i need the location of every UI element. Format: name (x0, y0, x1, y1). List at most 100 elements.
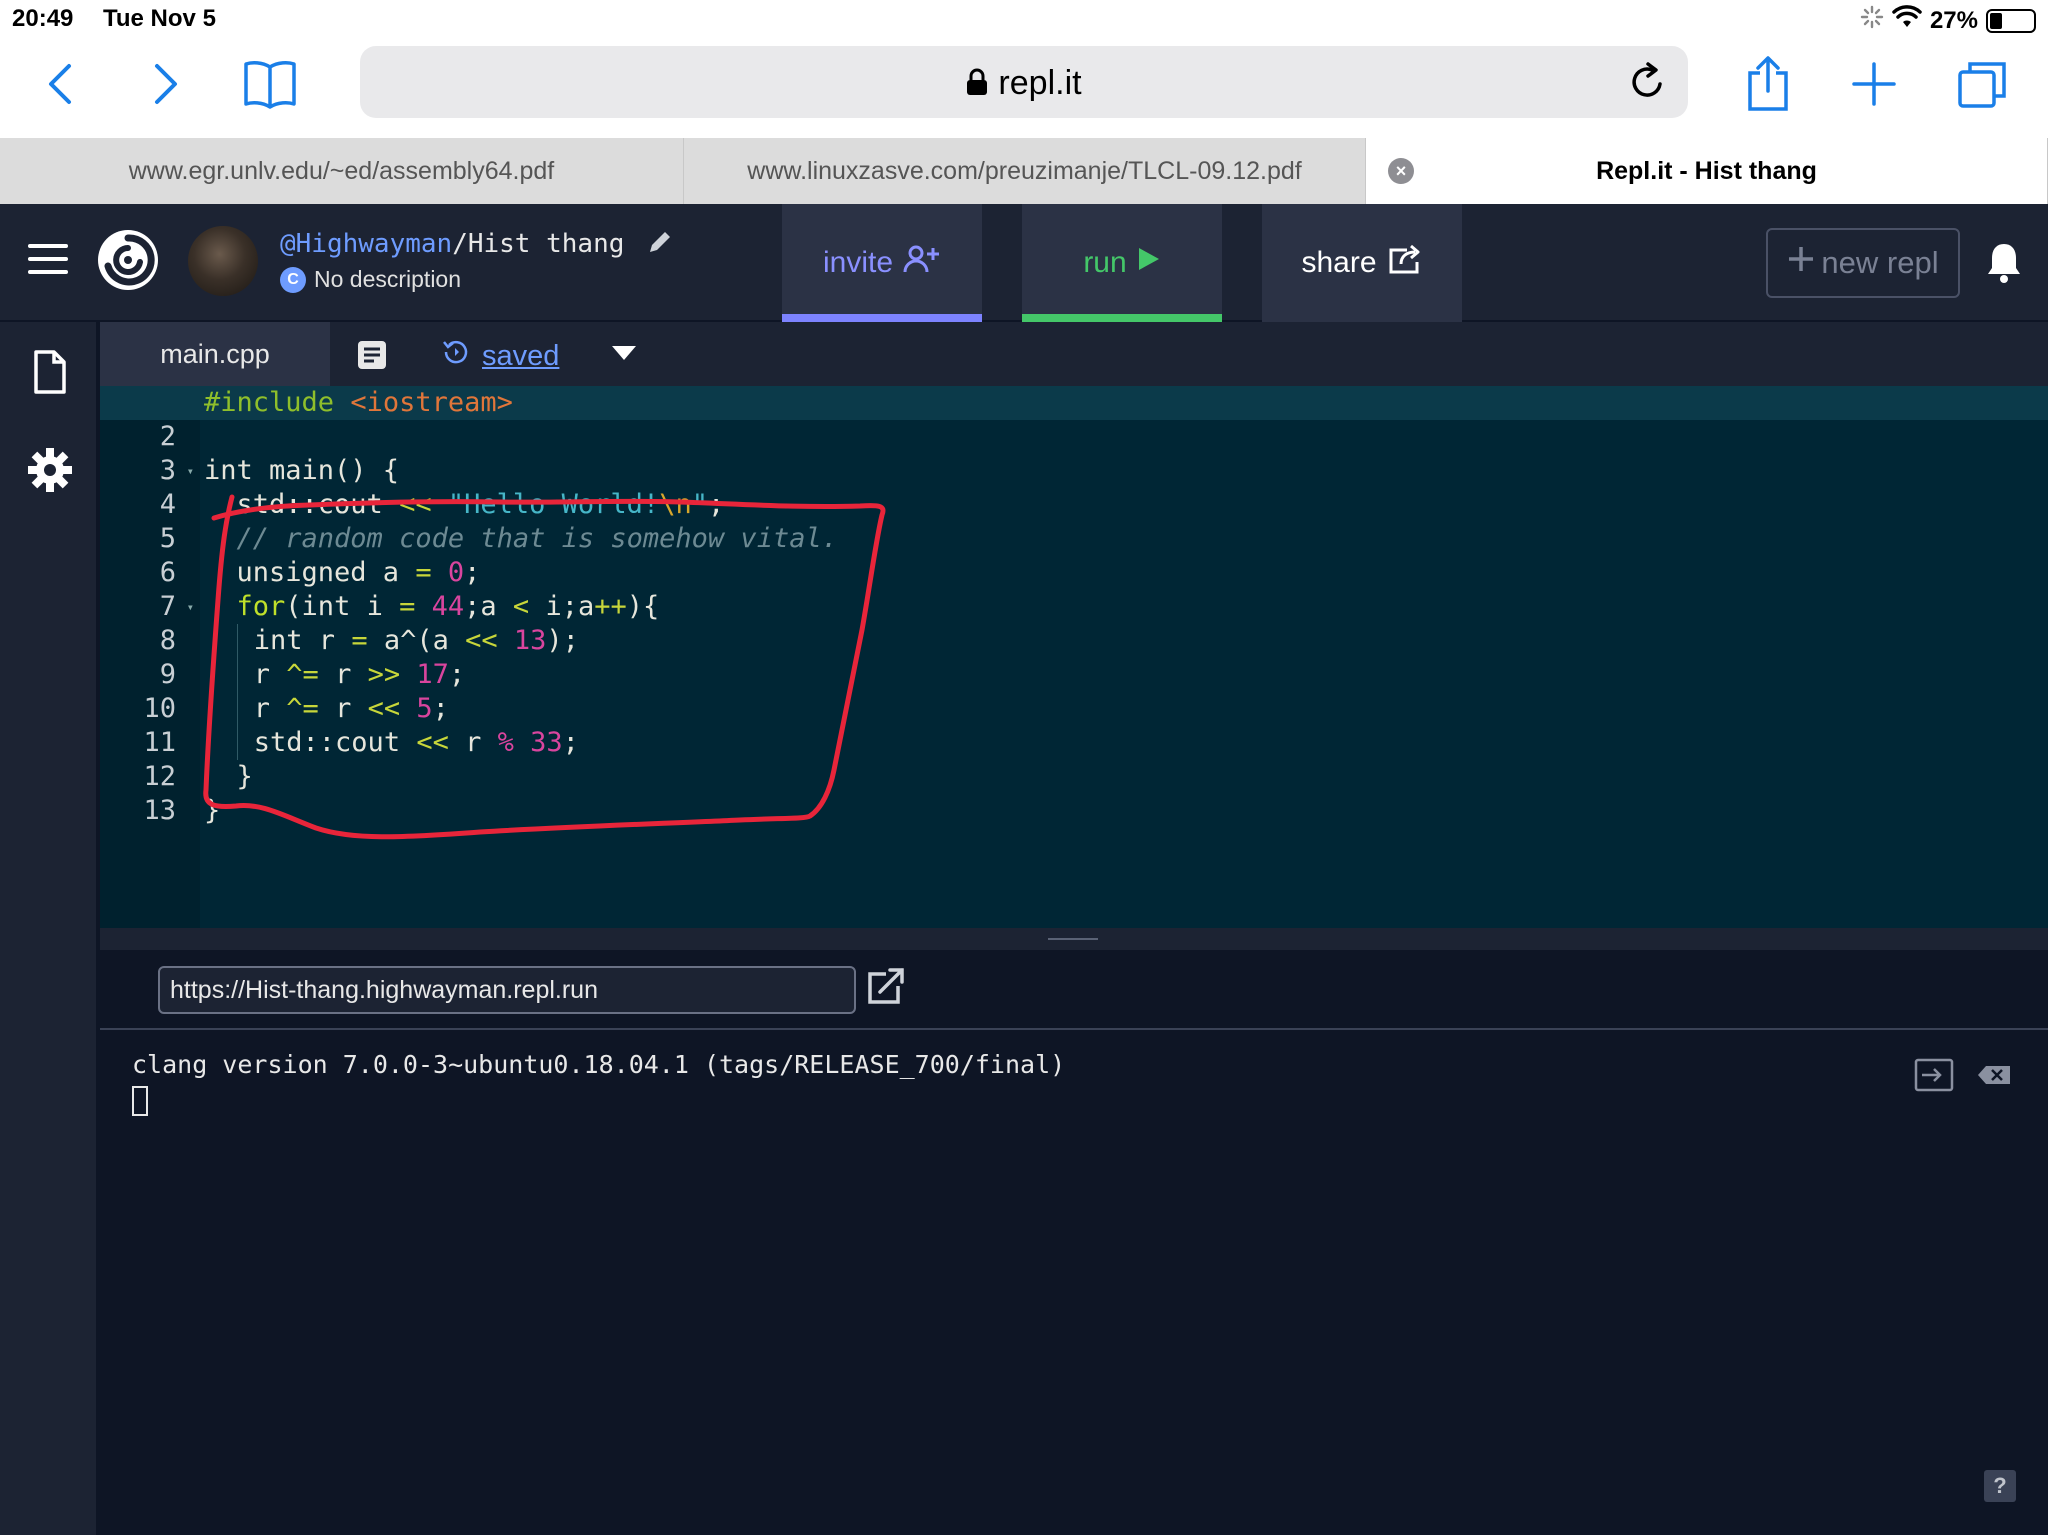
play-icon (1137, 246, 1161, 280)
plus-icon (1787, 245, 1815, 281)
code-line[interactable]: r ^= r >> 17; (204, 658, 2048, 692)
repl-description[interactable]: C No description (280, 266, 461, 293)
browser-tab[interactable]: www.egr.unlv.edu/~ed/assembly64.pdf (0, 138, 684, 204)
invite-accent-bar (782, 314, 982, 322)
code-line[interactable]: unsigned a = 0; (204, 556, 2048, 590)
line-number: 6 (159, 557, 176, 588)
open-external-icon[interactable] (866, 966, 906, 1006)
line-number: 10 (143, 693, 176, 724)
browser-tab-label: Repl.it - Hist thang (1596, 156, 1817, 185)
address-text: repl.it (998, 64, 1082, 102)
share-button[interactable]: share (1262, 204, 1462, 322)
line-number: 13 (143, 795, 176, 826)
code-line[interactable]: // random code that is somehow vital. (204, 522, 2048, 556)
wifi-icon (1892, 5, 1922, 36)
save-status-label: saved (482, 339, 560, 372)
battery-icon (1986, 8, 2036, 33)
lock-icon (966, 66, 988, 105)
browser-tab-label: www.linuxzasve.com/preuzimanje/TLCL-09.1… (747, 156, 1302, 185)
code-editor[interactable]: 123▾4567▾8910111213 #include <iostream> … (100, 386, 2048, 928)
battery-percent: 27% (1929, 6, 1978, 34)
code-line[interactable]: int r = a^(a << 13); (204, 624, 2048, 658)
code-line[interactable]: } (204, 794, 2048, 828)
code-line[interactable]: r ^= r << 5; (204, 692, 2048, 726)
menu-icon[interactable] (28, 244, 68, 276)
code-line[interactable]: for(int i = 44;a < i;a++){ (204, 590, 2048, 624)
browser-tab[interactable]: www.linuxzasve.com/preuzimanje/TLCL-09.1… (684, 138, 1366, 204)
pane-splitter[interactable] (100, 928, 2048, 950)
activity-icon (1860, 5, 1884, 36)
new-repl-button[interactable]: new repl (1766, 228, 1960, 298)
browser-tab-active[interactable]: × Repl.it - Hist thang (1366, 138, 2048, 204)
chevron-down-icon[interactable] (612, 346, 636, 360)
repl-description-text: No description (314, 266, 462, 292)
run-button[interactable]: run (1022, 204, 1222, 322)
code-line[interactable]: std::cout << r % 33; (204, 726, 2048, 760)
replit-logo-icon[interactable] (96, 228, 160, 292)
files-icon[interactable] (26, 348, 74, 396)
line-number: 3 ▾ (159, 455, 194, 486)
editor-tab-bar: main.cpp saved (100, 322, 2048, 386)
fold-arrow-icon[interactable]: ▾ (187, 454, 194, 488)
line-numbers: 123▾4567▾8910111213 (100, 386, 194, 828)
line-number: 7 ▾ (159, 591, 194, 622)
tabs-overview-icon[interactable] (1950, 52, 2014, 116)
file-tab-main[interactable]: main.cpp (100, 322, 330, 386)
webview-url-bar: https://Hist-thang.highwayman.repl.run (100, 950, 2048, 1030)
code-line[interactable]: std::cout << "Hello World!\n"; (204, 488, 2048, 522)
status-bar: 20:49 Tue Nov 5 27% (0, 0, 2048, 38)
address-bar[interactable]: repl.it (360, 46, 1688, 118)
webview-url-field[interactable]: https://Hist-thang.highwayman.repl.run (158, 966, 856, 1014)
status-right: 27% (1860, 5, 2036, 36)
history-icon (440, 336, 472, 376)
reload-icon[interactable] (1626, 60, 1670, 104)
code-line[interactable] (204, 420, 2048, 454)
notifications-bell-icon[interactable] (1984, 240, 2024, 284)
repl-title[interactable]: @Highwayman/Hist thang (280, 228, 674, 263)
code-lines[interactable]: #include <iostream> int main() { std::co… (100, 386, 2048, 828)
share-sheet-icon[interactable] (1736, 52, 1800, 116)
document-icon[interactable] (356, 339, 388, 371)
browser-tab-label: www.egr.unlv.edu/~ed/assembly64.pdf (128, 156, 555, 185)
forward-icon[interactable] (134, 52, 198, 116)
bookmarks-icon[interactable] (238, 52, 302, 116)
repl-title-separator: / (452, 229, 468, 259)
help-button[interactable]: ? (1984, 1470, 2016, 1502)
browser-toolbar: repl.it (0, 38, 2048, 138)
workspace-sidebar (0, 322, 98, 1535)
new-repl-label: new repl (1821, 245, 1939, 280)
code-line[interactable]: } (204, 760, 2048, 794)
new-tab-icon[interactable] (1842, 52, 1906, 116)
repl-owner: @Highwayman (280, 229, 453, 259)
code-line[interactable]: int main() { (204, 454, 2048, 488)
share-icon (1387, 244, 1423, 282)
repl-name: Hist thang (467, 229, 625, 259)
line-number: 2 (159, 421, 176, 452)
back-icon[interactable] (28, 52, 92, 116)
fold-arrow-icon[interactable]: ▾ (187, 590, 194, 624)
edit-pencil-icon[interactable] (646, 228, 674, 263)
add-user-icon (903, 244, 941, 282)
line-number: 11 (143, 727, 176, 758)
editor-gutter: 123▾4567▾8910111213 (100, 386, 200, 928)
line-number: 5 (159, 523, 176, 554)
console-output: clang version 7.0.0-3~ubuntu0.18.04.1 (t… (132, 1050, 1066, 1079)
console[interactable]: clang version 7.0.0-3~ubuntu0.18.04.1 (t… (100, 1032, 2048, 1535)
clear-console-icon[interactable] (1974, 1058, 2014, 1092)
status-date: Tue Nov 5 (103, 5, 216, 32)
share-label: share (1301, 246, 1377, 279)
status-time: 20:49 (12, 5, 74, 32)
code-line[interactable]: #include <iostream> (100, 386, 2048, 420)
line-number: 8 (159, 625, 176, 656)
save-status[interactable]: saved (440, 336, 559, 376)
close-tab-icon[interactable]: × (1388, 158, 1414, 184)
repl-header: @Highwayman/Hist thang C No description … (0, 204, 2048, 322)
invite-label: invite (822, 246, 894, 279)
console-cursor[interactable] (132, 1086, 148, 1116)
settings-gear-icon[interactable] (26, 446, 74, 494)
language-badge: C (280, 266, 306, 293)
avatar[interactable] (188, 226, 258, 296)
invite-button[interactable]: invite (782, 204, 982, 322)
run-label: run (1083, 246, 1127, 279)
console-input-icon[interactable] (1914, 1058, 1954, 1092)
